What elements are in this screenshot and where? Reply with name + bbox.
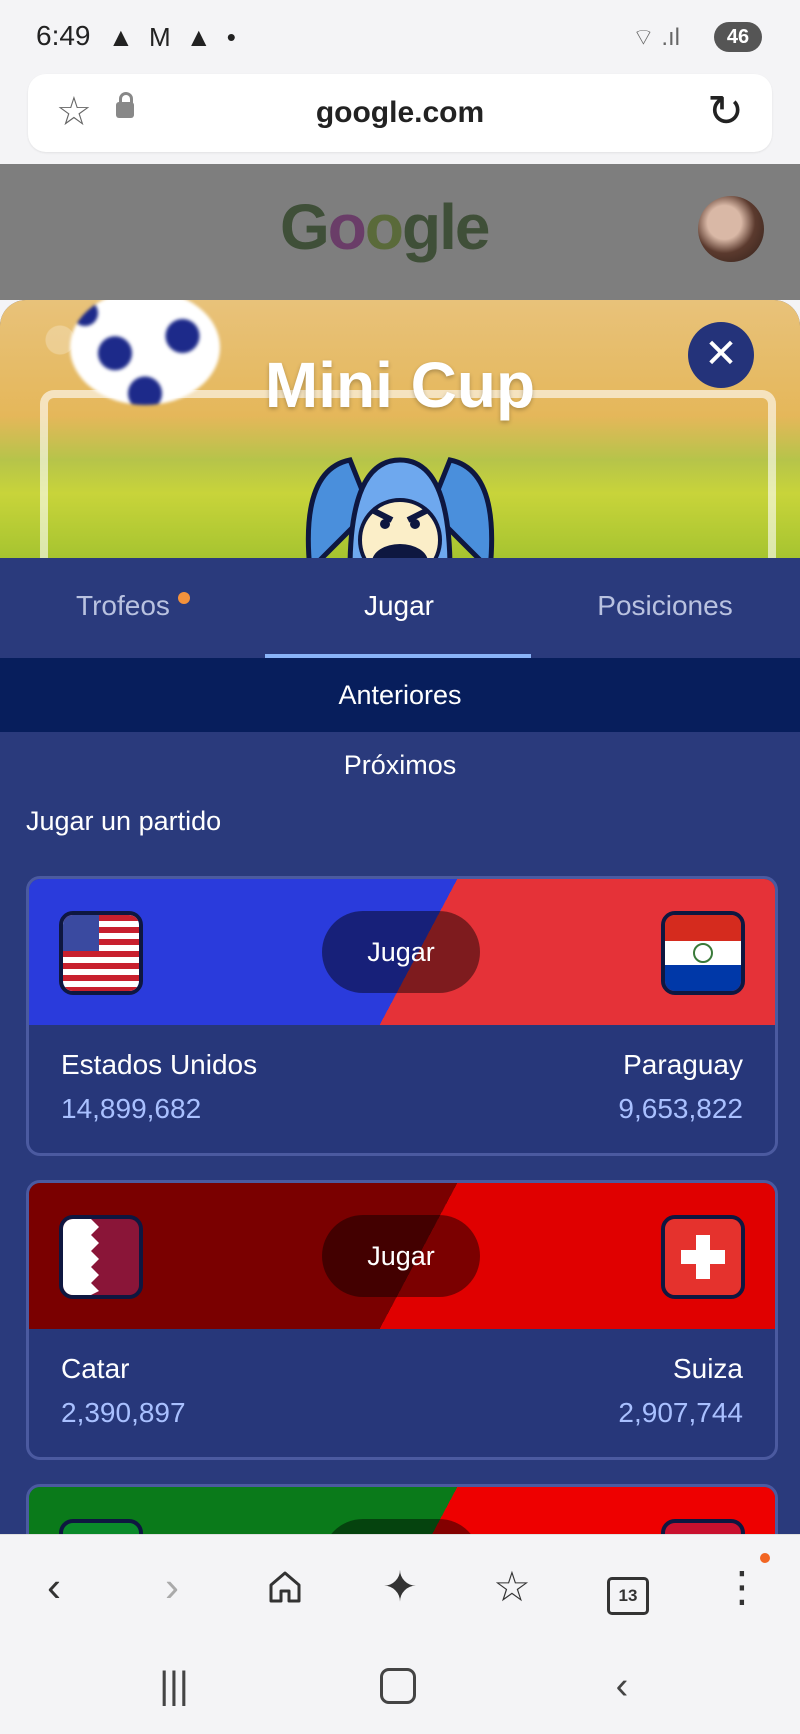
match-card[interactable] (26, 1484, 778, 1534)
play-button[interactable]: Jugar (322, 911, 480, 993)
play-button[interactable]: Jugar (322, 1215, 480, 1297)
tab-jugar-label: Jugar (363, 590, 435, 621)
system-navigation-bar: ||| ‹ (0, 1640, 800, 1734)
tab-jugar[interactable]: Jugar (266, 558, 532, 658)
account-avatar[interactable] (698, 196, 764, 262)
chevron-right-icon: › (165, 1563, 179, 1610)
team-name-right: Suiza (672, 1353, 743, 1384)
address-bar[interactable]: ☆ google.com ↻ (28, 74, 772, 152)
team-name-left: Catar (61, 1353, 130, 1384)
game-title: Mini Cup (264, 349, 536, 421)
match-card[interactable]: Jugar Catar 2,390,897 Suiza 2,907,744 (26, 1180, 778, 1460)
close-button[interactable]: ✕ (688, 322, 754, 388)
mini-cup-sheet: Mini Cup ✕ Trofeos Jugar Posiciones Ante… (0, 300, 800, 1534)
battery-icon: 46 (714, 22, 762, 52)
team-count-left: 14,899,682 (61, 1093, 202, 1124)
anteriores-button[interactable]: Anteriores (0, 658, 800, 732)
usa-flag-icon (59, 911, 143, 995)
sparkle-icon: ✦ (382, 1563, 418, 1610)
tab-posiciones-label: Posiciones (597, 590, 733, 621)
mascot-icon (305, 457, 495, 570)
match-banner (29, 1487, 775, 1534)
status-bar: 6:49 ▲ M ▲ • ⌔ .ıl 46 (0, 0, 800, 72)
team-count-right: 9,653,822 (618, 1093, 743, 1124)
more-vert-icon: ⋮ (721, 1563, 763, 1610)
match-card[interactable]: Jugar Estados Unidos 14,899,682 Paraguay… (26, 876, 778, 1156)
home-button[interactable] (255, 1557, 315, 1617)
notification-icons: ▲ M ▲ • (108, 22, 240, 52)
forward-button[interactable]: › (142, 1557, 202, 1617)
bookmarks-button[interactable]: ☆ (482, 1557, 542, 1617)
section-heading: Jugar un partido (26, 806, 222, 836)
menu-notification-dot (760, 1553, 770, 1563)
game-tabs: Trofeos Jugar Posiciones (0, 558, 800, 658)
home-icon (269, 1571, 301, 1603)
team-name-left: Estados Unidos (61, 1049, 258, 1080)
flag-icon (59, 1519, 143, 1534)
play-button[interactable] (322, 1519, 480, 1534)
google-doodle-logo[interactable]: Google (280, 190, 490, 264)
ai-sparkle-button[interactable]: ✦ (370, 1557, 430, 1617)
match-banner: Jugar (29, 879, 775, 1025)
browser-toolbar: ‹ › ✦ ☆ 13 ⋮ (0, 1534, 800, 1641)
back-button[interactable]: ‹ (24, 1557, 84, 1617)
back-system-button[interactable]: ‹ (592, 1656, 652, 1716)
paraguay-flag-icon (661, 911, 745, 995)
back-chevron-icon: ‹ (615, 1665, 629, 1707)
team-name-right: Paraguay (623, 1049, 743, 1080)
notification-dot (177, 592, 190, 604)
tab-trofeos-label: Trofeos (76, 590, 170, 621)
status-time: 6:49 (36, 20, 91, 51)
google-header: Google (0, 164, 800, 300)
match-banner: Jugar (29, 1183, 775, 1329)
tab-trofeos[interactable]: Trofeos (0, 558, 266, 658)
proximos-button[interactable]: Próximos (0, 750, 800, 781)
menu-button[interactable]: ⋮ (712, 1557, 772, 1617)
recent-apps-button[interactable]: ||| (144, 1656, 204, 1716)
tabs-icon: 13 (607, 1577, 649, 1615)
reload-icon[interactable]: ↻ (707, 88, 744, 136)
url-text[interactable]: google.com (28, 96, 772, 130)
tabs-button[interactable]: 13 (598, 1557, 658, 1617)
team-count-right: 2,907,744 (618, 1397, 743, 1428)
tab-posiciones[interactable]: Posiciones (532, 558, 798, 658)
switzerland-flag-icon (661, 1215, 745, 1299)
chevron-left-icon: ‹ (47, 1563, 61, 1610)
bookmark-star-icon: ☆ (493, 1563, 531, 1610)
flag-icon (661, 1519, 745, 1534)
home-system-button[interactable] (368, 1656, 428, 1716)
hero-banner: Mini Cup ✕ (0, 300, 800, 570)
qatar-flag-icon (59, 1215, 143, 1299)
team-count-left: 2,390,897 (61, 1397, 186, 1428)
address-bar-area: ☆ google.com ↻ (0, 72, 800, 164)
signal-wifi-icons: ⌔ .ıl (632, 24, 680, 51)
close-icon: ✕ (704, 332, 738, 376)
recent-apps-icon: ||| (159, 1665, 189, 1707)
home-circle-icon (380, 1668, 416, 1704)
